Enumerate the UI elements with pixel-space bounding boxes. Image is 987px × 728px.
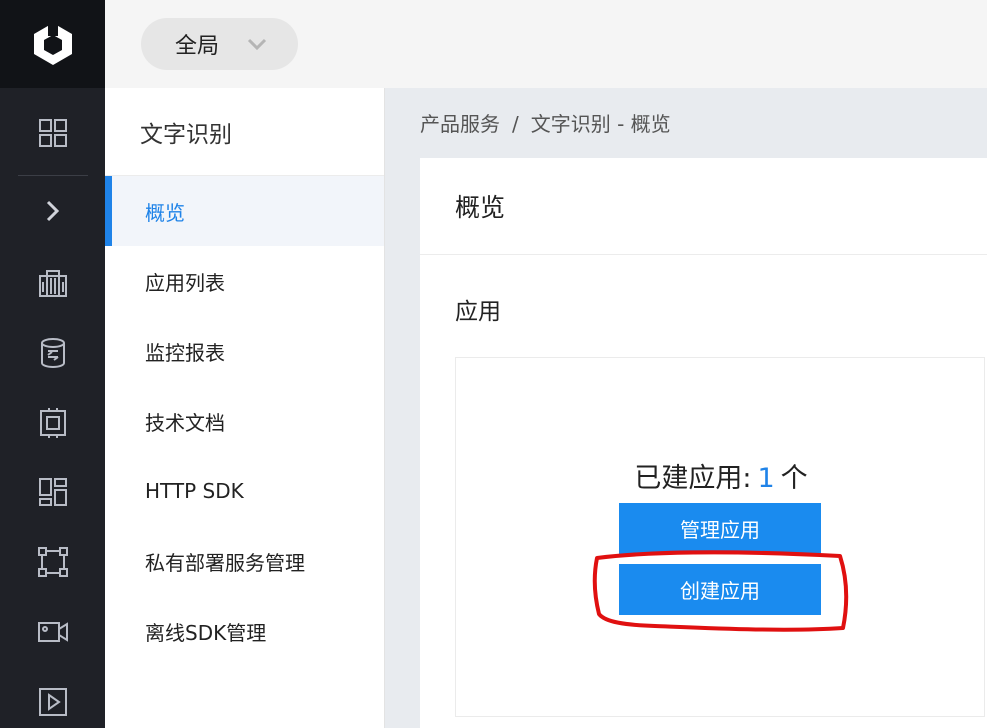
rail-item-building[interactable] [0, 249, 105, 319]
chevron-down-icon [247, 38, 267, 51]
apps-panel: 已建应用: 1 个 管理应用 创建应用 [455, 357, 985, 717]
play-icon [38, 688, 67, 716]
rail-item-layout[interactable] [0, 457, 105, 527]
breadcrumb-current: 文字识别 - 概览 [530, 112, 671, 136]
create-app-button[interactable]: 创建应用 [619, 564, 821, 615]
logo[interactable] [0, 0, 105, 88]
logo-icon [33, 22, 72, 65]
app-count-line: 已建应用: 1 个 [456, 456, 986, 495]
chip-icon [39, 408, 66, 438]
product-sidebar: 文字识别 概览 应用列表 监控报表 技术文档 HTTP SDK 私有部署服务管理… [105, 88, 385, 728]
expand-chevron-icon [46, 200, 59, 222]
database-icon [40, 338, 65, 368]
sidebar-item-overview[interactable]: 概览 [105, 176, 384, 246]
sidebar-item-docs[interactable]: 技术文档 [105, 386, 384, 456]
scope-label: 全局 [175, 34, 220, 59]
app-count-prefix: 已建应用: [634, 463, 752, 494]
breadcrumb: 产品服务 / 文字识别 - 概览 [420, 108, 671, 137]
breadcrumb-root[interactable]: 产品服务 [420, 108, 500, 137]
sidebar-item-monitoring[interactable]: 监控报表 [105, 316, 384, 386]
scope-selector[interactable]: 全局 [141, 18, 298, 70]
breadcrumb-separator: / [512, 112, 519, 136]
rail-item-dashboard[interactable] [0, 98, 105, 168]
rail-item-database[interactable] [0, 318, 105, 388]
sidebar-item-offline-sdk[interactable]: 离线SDK管理 [105, 596, 384, 666]
top-header: 全局 [105, 0, 987, 88]
manage-apps-button[interactable]: 管理应用 [619, 503, 821, 554]
sidebar-item-app-list[interactable]: 应用列表 [105, 246, 384, 316]
overview-card: 概览 应用 已建应用: 1 个 管理应用 创建应用 [420, 158, 987, 728]
building-icon [38, 270, 67, 297]
product-title: 文字识别 [105, 88, 384, 176]
app-count-value: 1 [757, 463, 775, 494]
sidebar-item-http-sdk[interactable]: HTTP SDK [105, 456, 384, 526]
section-title-apps: 应用 [455, 299, 501, 325]
rail-expand-toggle[interactable] [0, 176, 105, 246]
page-title: 概览 [420, 158, 987, 255]
rail-item-chip[interactable] [0, 388, 105, 458]
sidebar-item-private-deploy[interactable]: 私有部署服务管理 [105, 526, 384, 596]
app-count-suffix: 个 [780, 463, 808, 494]
network-icon [37, 547, 68, 577]
rail-item-play[interactable] [0, 667, 105, 728]
layout-icon [38, 478, 67, 506]
video-camera-icon [37, 622, 68, 642]
dashboard-grid-icon [38, 119, 67, 147]
rail-item-network[interactable] [0, 527, 105, 597]
icon-rail [0, 0, 105, 728]
rail-item-video[interactable] [0, 597, 105, 667]
